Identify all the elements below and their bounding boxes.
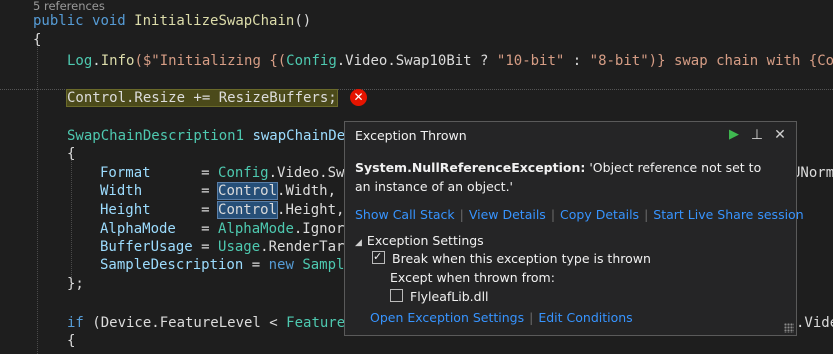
current-statement-highlight: Control.Resize += ResizeBuffers;	[66, 89, 338, 107]
popup-actions: Show Call Stack | View Details | Copy Detail…	[355, 207, 804, 222]
code-line-brace: {	[67, 333, 76, 349]
close-icon[interactable]: ✕	[771, 126, 789, 144]
code-line-sampledescription: SampleDescription = new Sampl	[100, 257, 345, 273]
checkbox-checked-icon[interactable]	[372, 248, 385, 266]
code-line-brace: {	[67, 146, 76, 162]
indent-guide	[71, 157, 72, 277]
error-icon[interactable]: ✕	[350, 89, 367, 106]
except-when-label: Except when thrown from:	[390, 270, 555, 285]
checkbox-unchecked-icon[interactable]	[390, 289, 403, 302]
view-details-link[interactable]: View Details	[469, 207, 546, 222]
exception-type: System.NullReferenceException:	[355, 160, 586, 175]
code-line-close: };	[67, 276, 84, 292]
show-call-stack-link[interactable]: Show Call Stack	[355, 207, 455, 222]
module-checkbox[interactable]: FlyleafLib.dll	[390, 288, 489, 306]
continue-icon[interactable]: ▶	[725, 126, 743, 144]
break-when-thrown-checkbox[interactable]: Break when this exception type is thrown	[372, 248, 651, 268]
code-line-resize: Control.Resize += ResizeBuffers;	[66, 89, 338, 108]
code-line-if: if (Device.FeatureLevel < Feature	[67, 315, 346, 331]
exception-message: System.NullReferenceException: 'Object r…	[355, 158, 775, 196]
code-line-width: Width = Control.Width,	[100, 182, 337, 200]
code-line-swapchain-desc: SwapChainDescription1 swapChainDe	[67, 128, 346, 144]
code-line-alphamode: AlphaMode = AlphaMode.Ignor	[100, 221, 345, 237]
code-line-signature: public void InitializeSwapChain()	[33, 13, 312, 29]
open-exception-settings-link[interactable]: Open Exception Settings	[370, 310, 524, 325]
popup-title: Exception Thrown	[355, 128, 467, 143]
code-line-height: Height = Control.Height,	[100, 201, 345, 219]
pin-icon[interactable]: ⊥	[748, 126, 766, 144]
divider: |	[644, 207, 649, 222]
divider: |	[529, 310, 534, 325]
resize-grip-icon[interactable]	[784, 323, 794, 333]
collapse-triangle-icon[interactable]: ◢	[355, 238, 362, 248]
code-line-log: Log.Info($"Initializing {(Config.Video.S…	[67, 53, 833, 69]
code-line-bufferusage: BufferUsage = Usage.RenderTar	[100, 239, 345, 255]
popup-footer: Open Exception Settings | Edit Conditions	[370, 310, 633, 325]
divider: |	[550, 207, 556, 222]
code-line-format: Format = Config.Video.Sw	[100, 165, 345, 181]
copy-details-link[interactable]: Copy Details	[560, 207, 639, 222]
edit-conditions-link[interactable]: Edit Conditions	[538, 310, 632, 325]
live-share-link[interactable]: Start Live Share session	[653, 207, 803, 222]
exception-popup: Exception Thrown ▶ ⊥ ✕ System.NullRefere…	[344, 121, 804, 336]
code-line-brace: {	[33, 32, 42, 48]
code-line-if-tail: .Vide	[796, 315, 833, 331]
code-line-format-tail: UNorm,	[792, 165, 833, 181]
divider: |	[459, 207, 464, 222]
exception-settings-header[interactable]: ◢ Exception Settings	[355, 233, 484, 248]
